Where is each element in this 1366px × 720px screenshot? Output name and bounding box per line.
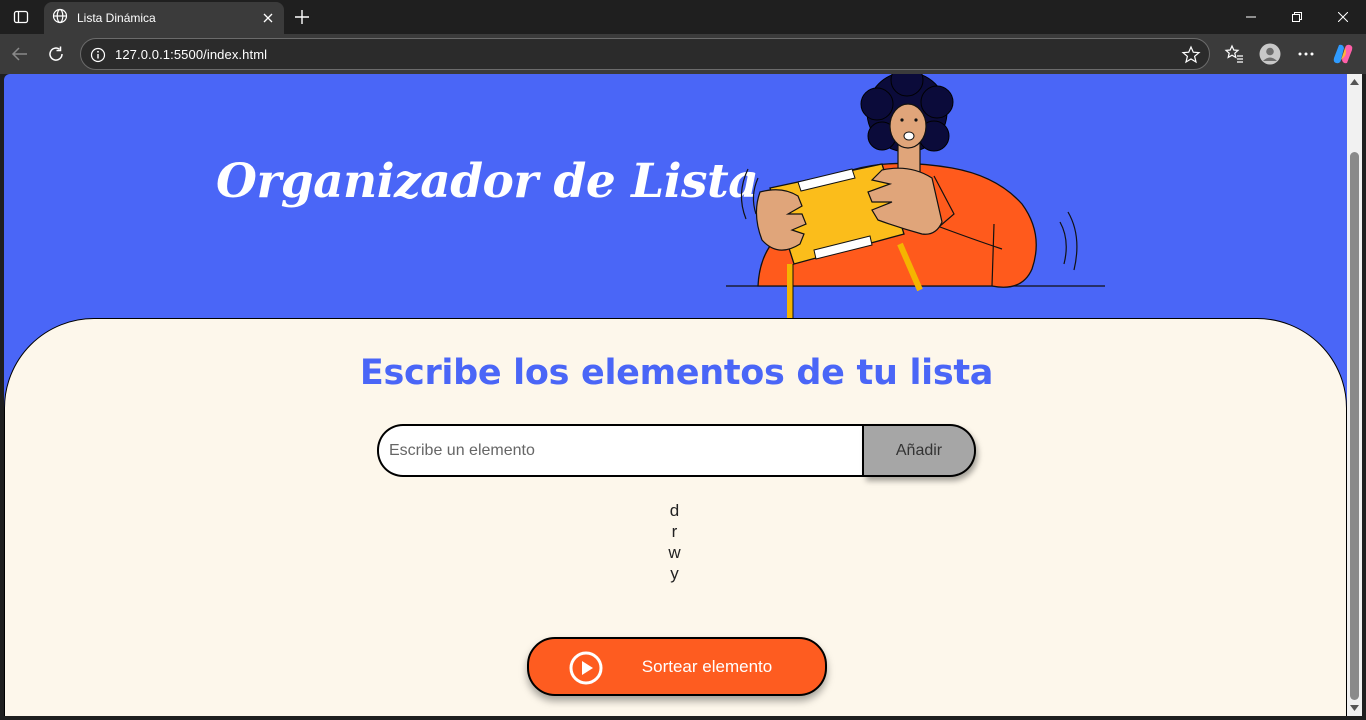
close-window-icon[interactable]	[1320, 0, 1366, 34]
add-button[interactable]: Añadir	[864, 424, 976, 477]
new-tab-icon[interactable]	[290, 5, 314, 29]
header-title: Organizador de Lista	[216, 154, 759, 209]
tab-title: Lista Dinámica	[77, 11, 156, 25]
browser-toolbar: 127.0.0.1:5500/index.html	[0, 34, 1366, 74]
page-scrollbar[interactable]	[1347, 74, 1362, 716]
tab-actions-icon[interactable]	[8, 5, 34, 29]
favorite-star-icon[interactable]	[1181, 45, 1201, 65]
scroll-down-icon[interactable]	[1350, 704, 1359, 712]
copilot-icon[interactable]	[1331, 42, 1355, 66]
person-with-box-illustration	[726, 74, 1105, 324]
scrollbar-thumb[interactable]	[1350, 152, 1359, 700]
draw-button-label: Sortear elemento	[641, 656, 773, 676]
url-text: 127.0.0.1:5500/index.html	[115, 47, 268, 62]
site-info-icon[interactable]	[90, 47, 106, 63]
profile-avatar-icon[interactable]	[1258, 42, 1282, 66]
restore-icon[interactable]	[1274, 0, 1320, 34]
item-list: d r w y	[5, 500, 1347, 584]
page-viewport: Organizador de Lista Escribe los element…	[4, 74, 1347, 716]
reload-icon[interactable]	[42, 40, 70, 68]
browser-tab[interactable]: Lista Dinámica	[44, 2, 284, 34]
minimize-icon[interactable]	[1228, 0, 1274, 34]
list-item: r	[671, 522, 678, 541]
list-item: y	[670, 564, 679, 583]
favorites-icon[interactable]	[1222, 42, 1246, 66]
item-input[interactable]	[377, 424, 865, 477]
address-bar[interactable]: 127.0.0.1:5500/index.html	[80, 38, 1210, 70]
more-options-icon[interactable]	[1294, 42, 1318, 66]
tab-close-icon[interactable]	[258, 8, 278, 28]
scroll-up-icon[interactable]	[1350, 78, 1359, 86]
draw-item-button[interactable]: Sortear elemento	[527, 637, 827, 696]
list-item: d	[669, 501, 680, 520]
list-item: w	[668, 543, 681, 562]
back-icon[interactable]	[6, 40, 34, 68]
globe-icon	[52, 8, 68, 29]
list-heading: Escribe los elementos de tu lista	[359, 353, 994, 393]
list-card: Escribe los elementos de tu lista Añadir…	[4, 318, 1347, 716]
add-item-form: Añadir	[377, 424, 977, 478]
browser-titlebar: Lista Dinámica	[0, 0, 1366, 34]
